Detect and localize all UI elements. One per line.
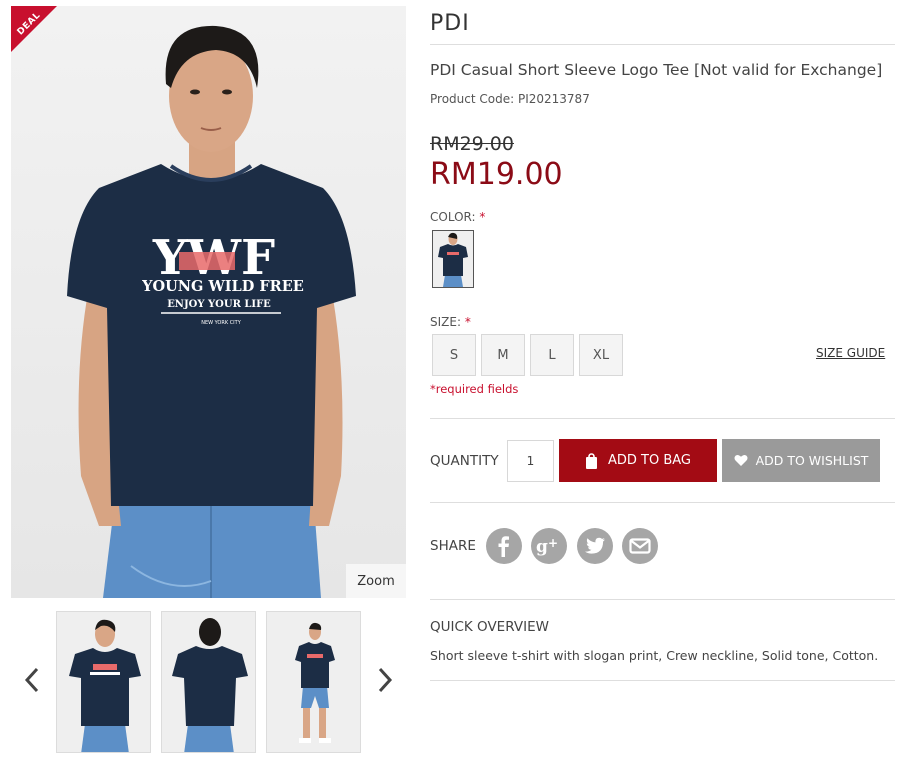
twitter-icon: [585, 537, 605, 554]
size-label: SIZE: *: [430, 315, 471, 329]
add-to-wishlist-button[interactable]: ADD TO WISHLIST: [722, 439, 880, 482]
color-label-text: COLOR:: [430, 210, 476, 224]
size-guide-link[interactable]: SIZE GUIDE: [816, 346, 885, 360]
add-to-wishlist-label: ADD TO WISHLIST: [755, 453, 869, 468]
carousel-next-arrow[interactable]: [373, 660, 397, 700]
thumbnail-front[interactable]: [56, 611, 151, 753]
divider: [430, 418, 895, 419]
thumbnail-back[interactable]: [161, 611, 256, 753]
svg-text:YOUNG WILD FREE: YOUNG WILD FREE: [141, 278, 304, 295]
color-swatch-navy[interactable]: [432, 230, 474, 288]
chevron-left-icon: [24, 667, 39, 693]
product-title: PDI Casual Short Sleeve Logo Tee [Not va…: [430, 61, 883, 79]
facebook-icon: [498, 536, 509, 557]
svg-text:ENJOY YOUR LIFE: ENJOY YOUR LIFE: [167, 299, 271, 310]
thumbnail-full-body-image: [267, 612, 360, 752]
svg-text:g: g: [536, 537, 548, 556]
quantity-input[interactable]: [507, 440, 554, 482]
size-option-xl[interactable]: XL: [579, 334, 623, 376]
product-code-value: PI20213787: [517, 92, 590, 106]
deal-badge-label: DEAL: [15, 10, 43, 38]
email-share-button[interactable]: [622, 528, 658, 564]
thumbnail-front-image: [57, 612, 150, 752]
color-swatch-image: [433, 231, 473, 287]
color-label: COLOR: *: [430, 210, 485, 224]
shopping-bag-icon: [585, 452, 597, 469]
model-figure: YWF YOUNG WILD FREE ENJOY YOUR LIFE NEW …: [11, 6, 406, 598]
product-code: Product Code: PI20213787: [430, 92, 590, 106]
divider: [430, 599, 895, 600]
divider: [430, 502, 895, 503]
heart-icon: [734, 455, 748, 466]
facebook-share-button[interactable]: [486, 528, 522, 564]
required-fields-note: *required fields: [430, 382, 519, 396]
required-mark: *: [464, 315, 471, 329]
divider: [430, 44, 895, 45]
svg-text:+: +: [548, 536, 558, 550]
size-label-text: SIZE:: [430, 315, 462, 329]
size-option-l[interactable]: L: [530, 334, 574, 376]
svg-text:NEW YORK CITY: NEW YORK CITY: [201, 320, 242, 326]
quantity-label: QUANTITY: [430, 453, 499, 469]
carousel-prev-arrow[interactable]: [20, 660, 44, 700]
required-mark: *: [479, 210, 486, 224]
deal-badge: DEAL: [11, 6, 73, 68]
sale-price: RM19.00: [430, 157, 563, 192]
thumbnail-carousel: [11, 606, 406, 756]
google-plus-share-button[interactable]: g +: [531, 528, 567, 564]
add-to-bag-label: ADD TO BAG: [607, 453, 691, 468]
twitter-share-button[interactable]: [577, 528, 613, 564]
product-code-label: Product Code:: [430, 92, 515, 106]
size-option-m[interactable]: M: [481, 334, 525, 376]
chevron-right-icon: [378, 667, 393, 693]
main-product-image[interactable]: YWF YOUNG WILD FREE ENJOY YOUR LIFE NEW …: [11, 6, 406, 598]
zoom-button[interactable]: Zoom: [346, 564, 406, 598]
brand-name[interactable]: PDI: [430, 11, 470, 36]
divider: [430, 680, 895, 681]
email-icon: [629, 538, 651, 554]
share-label: SHARE: [430, 538, 476, 554]
original-price: RM29.00: [430, 133, 514, 155]
add-to-bag-button[interactable]: ADD TO BAG: [559, 439, 717, 482]
quick-overview-text: Short sleeve t-shirt with slogan print, …: [430, 648, 879, 663]
quick-overview-title: QUICK OVERVIEW: [430, 619, 549, 635]
thumbnail-back-image: [162, 612, 255, 752]
size-option-s[interactable]: S: [432, 334, 476, 376]
thumbnail-full-body[interactable]: [266, 611, 361, 753]
google-plus-icon: g +: [536, 536, 558, 556]
